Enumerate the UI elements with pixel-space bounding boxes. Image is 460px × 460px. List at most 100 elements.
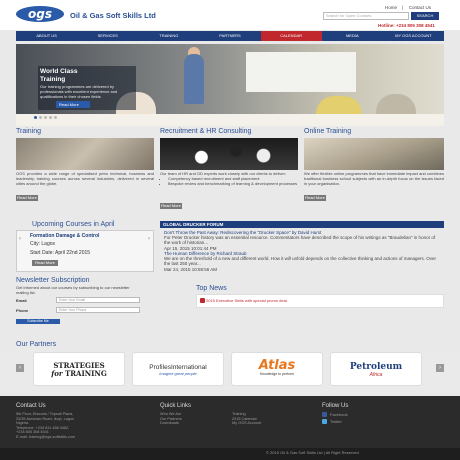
upcoming-courses-title: Upcoming Courses in April bbox=[32, 221, 115, 228]
footer-contact-details: 5th Floor, Elsuoda / Topsail Plaza, 33/3… bbox=[16, 412, 75, 440]
email-field[interactable]: Enter Your Email bbox=[56, 297, 140, 303]
partner-profiles-tagline: Imagine great people bbox=[159, 371, 197, 376]
upcoming-course-city: City: Lagos bbox=[30, 241, 56, 247]
recruitment-title[interactable]: Recruitment & HR Consulting bbox=[160, 128, 251, 135]
forum-header: GLOBAL DRUCKER FORUM bbox=[160, 221, 444, 228]
partner-petroleum-sub: Africa bbox=[369, 372, 383, 378]
slide-dot[interactable] bbox=[39, 116, 42, 119]
partner-strategies-line1: STRATEGIES bbox=[53, 361, 105, 370]
top-link-separator: | bbox=[402, 5, 404, 10]
hero-read-more-button[interactable]: Read More bbox=[56, 101, 90, 108]
online-training-title[interactable]: Online Training bbox=[304, 128, 351, 135]
partner-strategies-prefix: for bbox=[51, 369, 63, 378]
forum-item: The Human Difference by Richard Straub W… bbox=[164, 251, 440, 272]
footer-link[interactable]: Who We Are bbox=[160, 412, 182, 417]
nav-item-calendar[interactable]: CALENDAR bbox=[260, 31, 322, 41]
upcoming-course-date: Start Date: April 22nd 2015 bbox=[30, 250, 91, 256]
twitter-icon bbox=[322, 419, 327, 424]
top-news-title: Top News bbox=[196, 285, 227, 292]
copyright-bar bbox=[0, 448, 460, 460]
online-training-read-more-button[interactable]: Read More bbox=[304, 195, 326, 201]
chevron-left-icon[interactable]: ‹ bbox=[16, 364, 24, 372]
hero-text: Our training programmes are delivered by… bbox=[40, 84, 118, 99]
hero-whiteboard bbox=[246, 52, 356, 92]
site-logo[interactable]: ogs bbox=[16, 6, 64, 22]
online-training-text: We offer flexible online programmes that… bbox=[304, 171, 444, 186]
recruitment-bullet: Bespoke review and benchmarking of learn… bbox=[168, 181, 298, 187]
nav-item-training[interactable]: TRAINING bbox=[138, 31, 199, 41]
partner-atlas-name: Atlas bbox=[258, 358, 296, 373]
nav-item-partners[interactable]: PARTNERS bbox=[199, 31, 260, 41]
phone-label: Phone bbox=[16, 308, 29, 313]
search-button[interactable]: SEARCH bbox=[411, 12, 439, 20]
home-link[interactable]: Home bbox=[385, 5, 397, 10]
hero-table bbox=[16, 114, 444, 126]
hotline: Hotline: +234 805 308 4541 bbox=[378, 23, 435, 28]
newsletter-title: Newsletter Subscription bbox=[16, 277, 90, 284]
footer-contact-title: Contact Us bbox=[16, 403, 46, 409]
subscribe-button[interactable]: Subscribe Me bbox=[16, 319, 60, 324]
slide-dot[interactable] bbox=[34, 116, 37, 119]
forum-item-body: For Peter Drucker history was an essenti… bbox=[164, 235, 436, 246]
forum-item-body: We are on the threshold of a new and dif… bbox=[164, 256, 436, 267]
nav-item-account[interactable]: MY OGS ACCOUNT bbox=[383, 31, 444, 41]
partner-strategies-sub: TRAINING bbox=[65, 369, 107, 378]
footer-address-line: 5th Floor, Elsuoda / Topsail Plaza, bbox=[16, 412, 74, 416]
slide-dot[interactable] bbox=[44, 116, 47, 119]
footer-quick-links-title: Quick Links bbox=[160, 403, 192, 409]
slide-dot[interactable] bbox=[54, 116, 57, 119]
nav-item-media[interactable]: MEDIA bbox=[322, 31, 383, 41]
partner-profiles-name: ProfilesInternational bbox=[149, 364, 207, 371]
chevron-right-icon[interactable]: › bbox=[436, 364, 444, 372]
partner-logo-strategies[interactable]: STRATEGIES for TRAINING bbox=[33, 352, 125, 386]
nav-item-about[interactable]: ABOUT US bbox=[16, 31, 77, 41]
hero-presenter bbox=[184, 54, 204, 104]
copyright-text: © 2015 Oil & Gas Soft Skills Ltd | All R… bbox=[266, 450, 359, 455]
recruitment-text: Our team of HR and OD experts work close… bbox=[160, 171, 298, 187]
news-icon bbox=[200, 298, 205, 303]
twitter-link[interactable]: Twitter bbox=[322, 419, 342, 424]
header: ogs Oil & Gas Soft Skills Ltd Home | Con… bbox=[0, 0, 460, 30]
partner-logo-petroleum-africa[interactable]: Petroleum Africa bbox=[330, 352, 422, 386]
search-input[interactable]: Search for Open Courses bbox=[323, 12, 409, 20]
footer-quick-links-col1: Who We Are Our Partners Downloads bbox=[160, 412, 182, 426]
nav-item-services[interactable]: SERVICES bbox=[77, 31, 138, 41]
page: ogs Oil & Gas Soft Skills Ltd Home | Con… bbox=[0, 0, 460, 460]
chevron-right-icon[interactable]: › bbox=[148, 236, 150, 242]
contact-link[interactable]: Contact Us bbox=[409, 5, 431, 10]
training-title[interactable]: Training bbox=[16, 128, 41, 135]
footer-email[interactable]: E-mail: training@ogs-softskills.com bbox=[16, 435, 75, 440]
chevron-left-icon[interactable]: ‹ bbox=[19, 236, 21, 242]
top-news-item[interactable]: 2015 Executive Skills with special promo… bbox=[206, 298, 288, 303]
facebook-link[interactable]: Facebook bbox=[322, 412, 348, 417]
partner-logo-profiles[interactable]: ProfilesInternational Imagine great peop… bbox=[132, 352, 224, 386]
footer-quick-links-col2: Training 2015 Calendar My OGS Account bbox=[232, 412, 261, 426]
site-title: Oil & Gas Soft Skills Ltd bbox=[70, 11, 156, 20]
footer-link[interactable]: My OGS Account bbox=[232, 421, 261, 426]
upcoming-read-more-button[interactable]: Read More bbox=[32, 260, 58, 266]
forum-item: Don't Throw the Past Away: Rediscovering… bbox=[164, 230, 440, 251]
facebook-icon bbox=[322, 412, 327, 417]
training-read-more-button[interactable]: Read More bbox=[16, 195, 38, 201]
partners-title: Our Partners bbox=[16, 341, 57, 348]
upcoming-course-name[interactable]: Formation Damage & Control bbox=[30, 233, 99, 239]
top-links: Home | Contact Us bbox=[383, 5, 433, 10]
twitter-label: Twitter bbox=[330, 419, 342, 424]
newsletter-description: Get informed about our courses by subscr… bbox=[16, 285, 130, 295]
recruitment-chess-image bbox=[160, 138, 298, 170]
recruitment-read-more-button[interactable]: Read More bbox=[160, 203, 182, 209]
partner-strategies-line2: for TRAINING bbox=[34, 370, 124, 378]
hero-slide-dots bbox=[34, 116, 57, 119]
online-training-image bbox=[304, 138, 444, 170]
slide-dot[interactable] bbox=[49, 116, 52, 119]
footer-link[interactable]: Downloads bbox=[160, 421, 182, 426]
facebook-label: Facebook bbox=[330, 412, 348, 417]
main-nav: ABOUT US SERVICES TRAINING PARTNERS CALE… bbox=[16, 31, 444, 41]
training-text: OGS provides a wide range of specialised… bbox=[16, 171, 154, 186]
partner-logo-atlas[interactable]: Atlas Knowledge to perform bbox=[231, 352, 323, 386]
training-image bbox=[16, 138, 154, 170]
email-label: Email bbox=[16, 298, 27, 303]
phone-field[interactable]: Enter Your Phone bbox=[56, 307, 140, 313]
footer-follow-title: Follow Us bbox=[322, 403, 349, 409]
hero-title: World Class Training bbox=[40, 68, 78, 83]
